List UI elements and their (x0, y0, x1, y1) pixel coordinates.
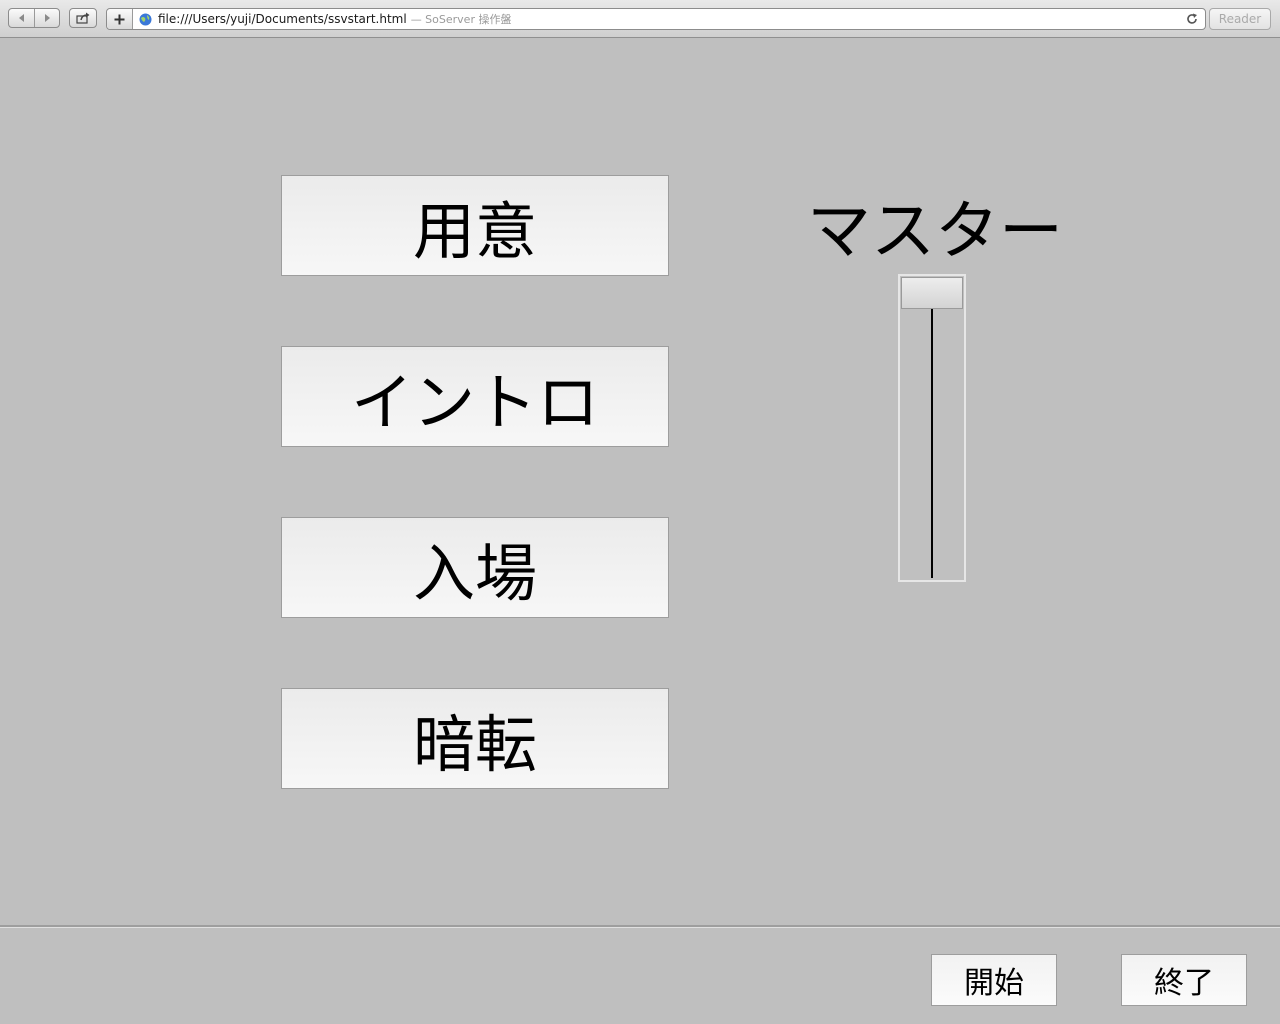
slider-fill (931, 309, 933, 578)
cue-button-blackout[interactable]: 暗転 (281, 688, 669, 789)
address-bar[interactable]: file:///Users/yuji/Documents/ssvstart.ht… (106, 8, 1206, 30)
share-group (69, 8, 97, 28)
slider-knob[interactable] (901, 277, 963, 309)
cue-button-intro[interactable]: イントロ (281, 346, 669, 447)
share-icon (76, 12, 90, 24)
page-title: — SoServer 操作盤 (410, 13, 512, 26)
browser-toolbar: file:///Users/yuji/Documents/ssvstart.ht… (0, 0, 1280, 38)
forward-button[interactable] (34, 9, 59, 27)
back-button[interactable] (9, 9, 34, 27)
reader-button[interactable]: Reader (1209, 8, 1271, 30)
master-volume-slider[interactable] (898, 274, 966, 582)
master-label: マスター (807, 195, 1063, 269)
cue-button-prepare[interactable]: 用意 (281, 175, 669, 276)
arrow-left-icon (18, 14, 24, 22)
reload-icon[interactable] (1185, 12, 1199, 26)
add-bookmark-button[interactable] (107, 9, 133, 29)
share-button[interactable] (70, 9, 96, 27)
footer-divider (0, 925, 1280, 928)
plus-icon (114, 14, 125, 24)
stop-button[interactable]: 終了 (1121, 954, 1247, 1006)
cue-button-entrance[interactable]: 入場 (281, 517, 669, 618)
arrow-right-icon (45, 14, 50, 22)
start-button[interactable]: 開始 (931, 954, 1057, 1006)
back-forward-group (8, 8, 60, 28)
url-text: file:///Users/yuji/Documents/ssvstart.ht… (158, 12, 407, 26)
globe-icon (139, 13, 152, 26)
